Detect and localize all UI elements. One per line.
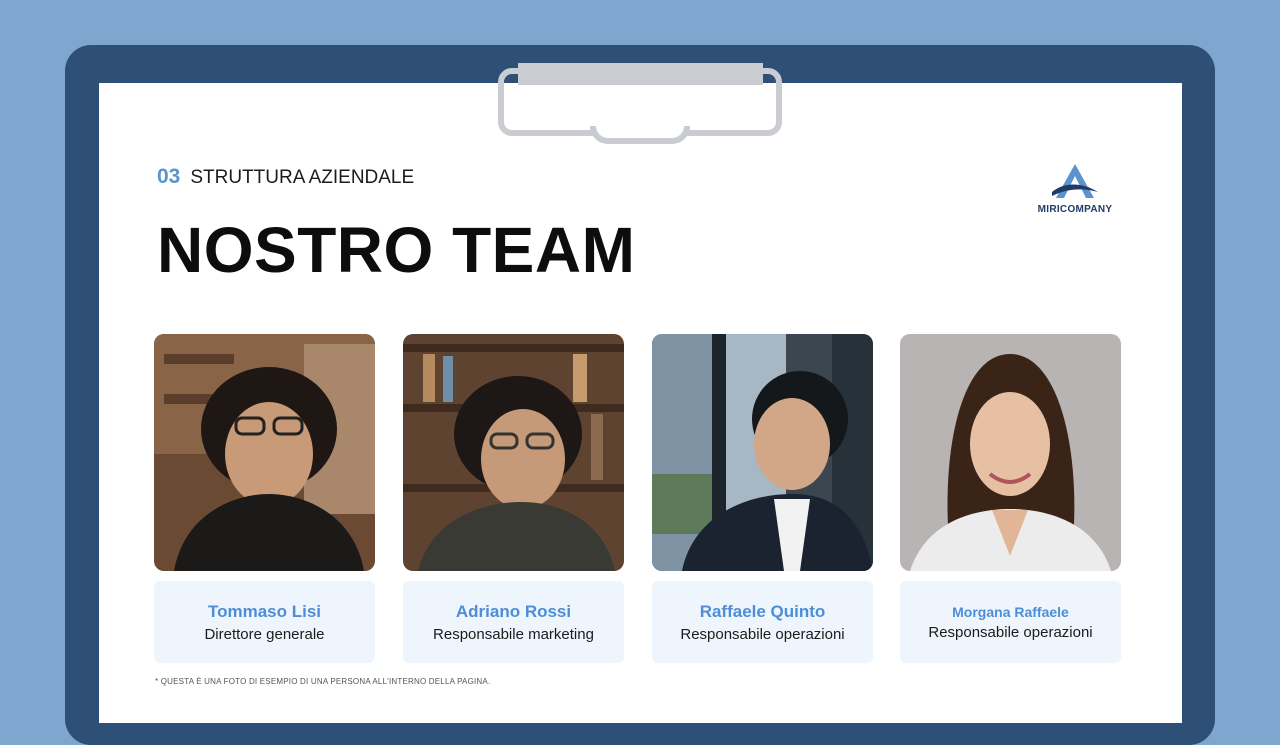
person-photo-icon <box>403 334 624 571</box>
person-photo-icon <box>900 334 1121 571</box>
team-card-4: Morgana Raffaele Responsabile operazioni <box>900 334 1121 663</box>
team-card-3: Raffaele Quinto Responsabile operazioni <box>652 334 873 663</box>
person-photo-icon <box>652 334 873 571</box>
team-info-1: Tommaso Lisi Direttore generale <box>154 581 375 663</box>
page-title: NOSTRO TEAM <box>157 214 636 286</box>
team-card-1: Tommaso Lisi Direttore generale <box>154 334 375 663</box>
clip-bar <box>518 63 763 85</box>
team-photo-3 <box>652 334 873 571</box>
team-name: Adriano Rossi <box>455 601 572 621</box>
team-photo-1 <box>154 334 375 571</box>
team-info-2: Adriano Rossi Responsabile marketing <box>403 581 624 663</box>
footnote: * QUESTA È UNA FOTO DI ESEMPIO DI UNA PE… <box>155 677 491 686</box>
team-name: Morgana Raffaele <box>952 603 1069 620</box>
team-role: Responsabile marketing <box>433 625 594 643</box>
logo-text: MIRICOMPANY <box>1037 204 1113 215</box>
section-number: 03 <box>157 165 181 188</box>
team-role: Direttore generale <box>204 625 325 643</box>
section-label: STRUTTURA AZIENDALE <box>190 167 415 188</box>
team-card-2: Adriano Rossi Responsabile marketing <box>403 334 624 663</box>
team-name: Raffaele Quinto <box>699 601 826 621</box>
team-info-3: Raffaele Quinto Responsabile operazioni <box>652 581 873 663</box>
team-role: Responsabile operazioni <box>928 623 1093 641</box>
company-logo: MIRICOMPANY <box>1030 162 1120 222</box>
team-name: Tommaso Lisi <box>207 601 322 621</box>
logo-mark-icon <box>1052 164 1098 198</box>
person-photo-icon <box>154 334 375 571</box>
team-photo-4 <box>900 334 1121 571</box>
team-photo-2 <box>403 334 624 571</box>
section-kicker: 03 STRUTTURA AZIENDALE <box>157 165 414 189</box>
team-role: Responsabile operazioni <box>680 625 845 643</box>
clip-ring-tab <box>590 126 690 144</box>
team-info-4: Morgana Raffaele Responsabile operazioni <box>900 581 1121 663</box>
